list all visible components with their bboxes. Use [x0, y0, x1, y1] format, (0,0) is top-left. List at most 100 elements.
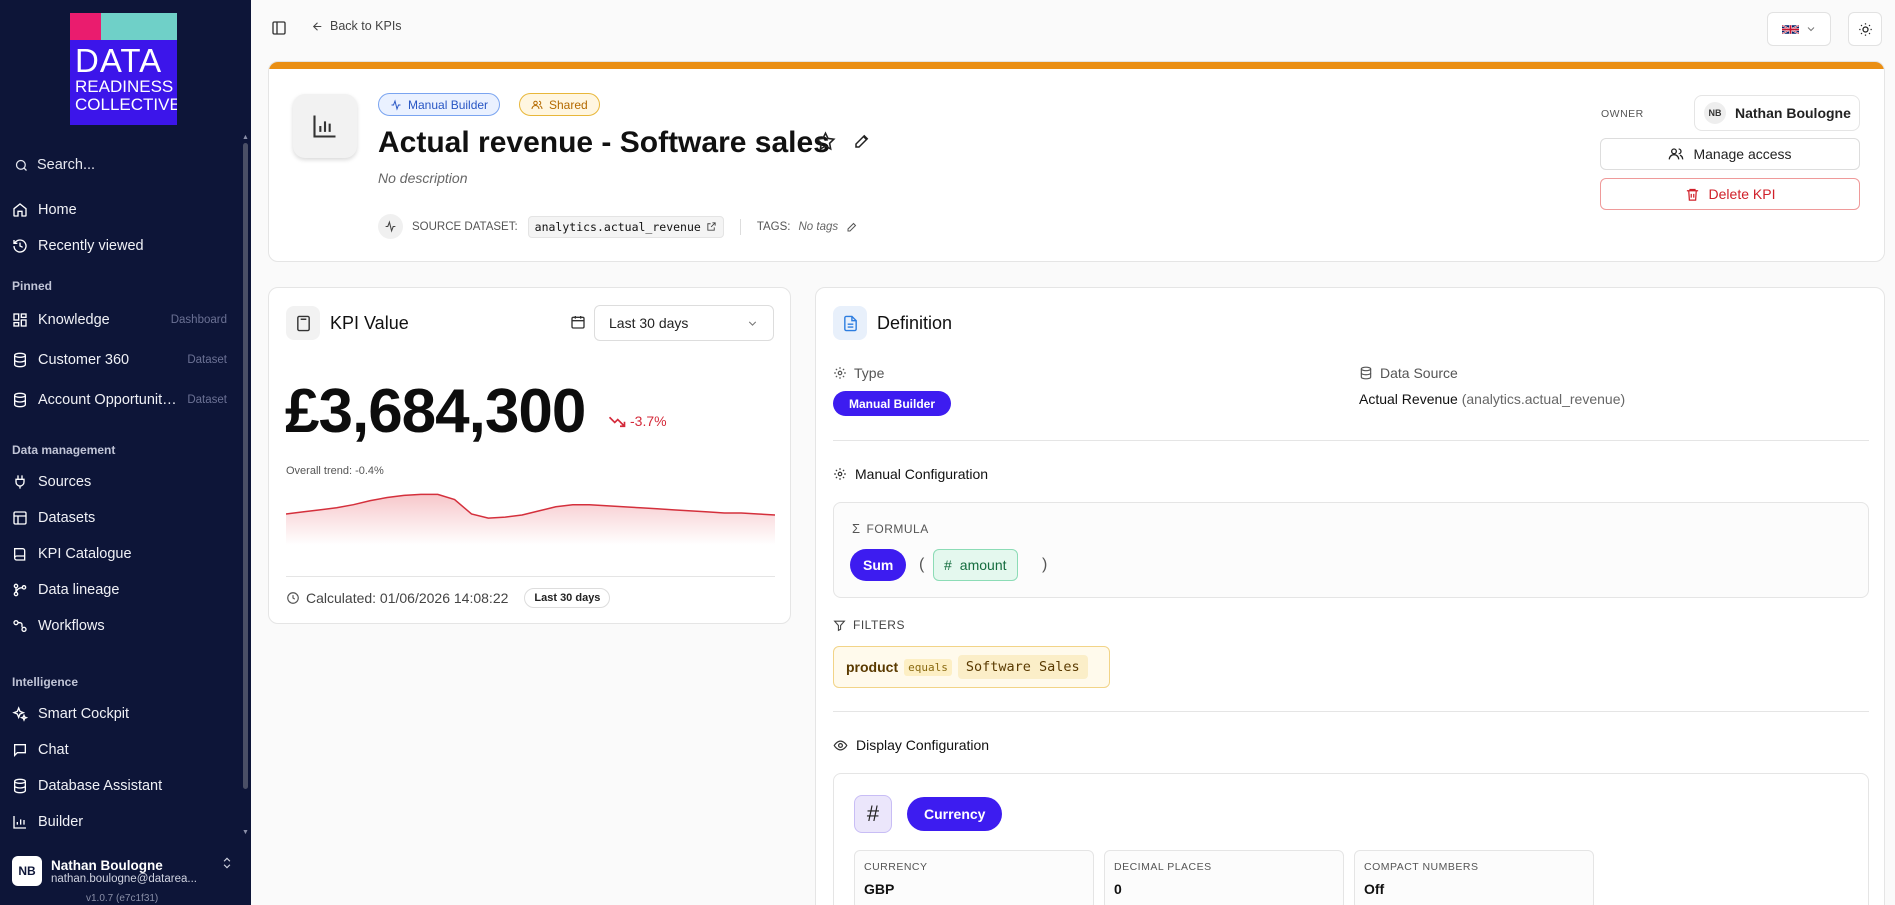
definition-card-icon — [833, 306, 867, 340]
sidebar-item-label: Builder — [38, 814, 84, 830]
section-label-data-management: Data management — [12, 443, 116, 457]
overall-trend: Overall trend: -0.4% — [286, 465, 384, 477]
sidebar-item-sources[interactable]: Sources — [12, 470, 227, 494]
user-name: Nathan Boulogne — [51, 857, 163, 873]
edit-title-button[interactable] — [853, 132, 871, 150]
book-icon — [14, 548, 26, 561]
sidebar-item-home[interactable]: Home — [12, 198, 227, 222]
badge-label: Shared — [549, 97, 588, 112]
delete-kpi-button[interactable]: Delete KPI — [1600, 178, 1860, 210]
header-accent-bar — [269, 62, 1884, 69]
file-text-icon — [843, 315, 857, 331]
gear-icon — [834, 367, 846, 379]
field-label: COMPACT NUMBERS — [1364, 861, 1479, 873]
display-config-box: # Currency CURRENCY GBP DECIMAL PLACES 0… — [833, 773, 1869, 905]
date-range-value: Last 30 days — [609, 315, 689, 331]
sidebar: DATA READINESS COLLECTIVE Search... Home… — [0, 0, 251, 905]
field-value: GBP — [864, 881, 895, 897]
filter-chip: product equals Software Sales — [833, 646, 1110, 688]
sidebar-item-account-opportunity[interactable]: Account Opportunity ... Dataset — [12, 388, 227, 412]
edit-tags-pencil-icon[interactable] — [846, 221, 858, 233]
lineage-icon — [13, 583, 27, 597]
source-icon-wrap — [378, 214, 403, 239]
sidebar-item-kpi-catalogue[interactable]: KPI Catalogue — [12, 542, 227, 566]
formula-field: # amount — [933, 549, 1018, 581]
page-title: Actual revenue - Software sales — [378, 126, 830, 159]
sidebar-item-chat[interactable]: Chat — [12, 738, 227, 762]
language-selector[interactable] — [1767, 12, 1831, 46]
toggle-sidebar-button[interactable] — [271, 20, 287, 36]
date-range-select[interactable]: Last 30 days — [594, 305, 774, 341]
field-value: 0 — [1114, 881, 1122, 897]
sidebar-item-workflows[interactable]: Workflows — [12, 614, 227, 638]
manage-access-label: Manage access — [1693, 146, 1792, 162]
user-email: nathan.boulogne@datarea... — [51, 872, 197, 885]
plug-icon — [15, 475, 25, 489]
sidebar-item-label: Data lineage — [38, 582, 120, 598]
definition-card: Definition Type Manual Builder Data Sour… — [815, 287, 1885, 905]
arrow-left-icon — [312, 21, 322, 31]
manage-access-button[interactable]: Manage access — [1600, 138, 1860, 170]
kpi-icon — [293, 94, 357, 158]
kpi-delta: -3.7% — [608, 413, 667, 429]
sidebar-search[interactable]: Search... — [14, 157, 95, 173]
sidebar-item-smart-cockpit[interactable]: Smart Cockpit — [12, 702, 227, 726]
scroll-up-icon[interactable]: ▲ — [242, 134, 249, 141]
tags-value: No tags — [798, 220, 839, 233]
back-label: Back to KPIs — [330, 19, 402, 33]
home-icon — [13, 203, 27, 217]
manual-configuration-heading: Manual Configuration — [833, 466, 988, 482]
sidebar-item-tag: Dataset — [187, 394, 227, 406]
data-source-value: Actual Revenue (analytics.actual_revenue… — [1359, 391, 1625, 407]
data-source-name: Actual Revenue — [1359, 391, 1458, 407]
sidebar-item-label: Customer 360 — [38, 352, 130, 368]
badge-shared: Shared — [519, 93, 600, 116]
sidebar-item-label: KPI Catalogue — [38, 546, 132, 562]
sidebar-item-datasets[interactable]: Datasets — [12, 506, 227, 530]
sidebar-item-customer-360[interactable]: Customer 360 Dataset — [12, 348, 227, 372]
dashboard-icon — [13, 313, 27, 327]
source-dataset-value: analytics.actual_revenue — [534, 219, 701, 234]
filter-operator: equals — [904, 658, 952, 676]
filter-value: Software Sales — [957, 655, 1088, 679]
sidebar-item-builder[interactable]: Builder — [12, 810, 227, 834]
chart-icon — [13, 816, 26, 829]
display-configuration-label: Display Configuration — [856, 737, 990, 753]
type-label: Type — [833, 365, 884, 381]
search-placeholder: Search... — [37, 157, 96, 173]
formula-label-text: FORMULA — [866, 521, 929, 536]
sidebar-item-tag: Dashboard — [170, 314, 227, 326]
sidebar-item-data-lineage[interactable]: Data lineage — [12, 578, 227, 602]
section-label-intelligence: Intelligence — [12, 675, 79, 689]
sidebar-item-recently-viewed[interactable]: Recently viewed — [12, 234, 227, 258]
calculator-icon — [296, 315, 310, 331]
badge-label: Manual Builder — [408, 97, 489, 112]
calculated-range-badge: Last 30 days — [524, 588, 611, 608]
field-label: DECIMAL PLACES — [1114, 861, 1212, 873]
trending-down-icon — [608, 416, 626, 428]
logo-line3: COLLECTIVE — [75, 95, 177, 114]
favorite-button[interactable] — [815, 131, 836, 152]
logo[interactable]: DATA READINESS COLLECTIVE — [70, 13, 177, 125]
user-menu[interactable]: NB Nathan Boulogne nathan.boulogne@datar… — [12, 856, 231, 886]
owner-pill[interactable]: NB Nathan Boulogne — [1694, 95, 1860, 131]
sidebar-item-label: Database Assistant — [38, 778, 163, 794]
sidebar-scrollbar[interactable] — [243, 143, 248, 789]
sparkline-area — [286, 494, 775, 545]
logo-line2: READINESS — [75, 77, 174, 96]
kpi-description: No description — [378, 170, 468, 186]
source-dataset-link[interactable]: analytics.actual_revenue — [527, 215, 724, 238]
database-icon — [1360, 366, 1372, 380]
formula-field-name: amount — [959, 557, 1007, 573]
sigma-icon: Σ — [852, 521, 861, 536]
sidebar-item-database-assistant[interactable]: Database Assistant — [12, 774, 227, 798]
theme-toggle-button[interactable] — [1848, 12, 1882, 46]
avatar: NB — [12, 856, 42, 886]
sidebar-item-knowledge[interactable]: Knowledge Dashboard — [12, 308, 227, 332]
paren-close: ) — [1042, 556, 1048, 573]
sidebar-item-label: Chat — [38, 742, 69, 758]
calendar-icon — [571, 316, 585, 329]
users-icon — [531, 100, 543, 109]
back-to-kpis-link[interactable]: Back to KPIs — [311, 19, 402, 33]
scroll-down-icon[interactable]: ▼ — [242, 829, 249, 836]
